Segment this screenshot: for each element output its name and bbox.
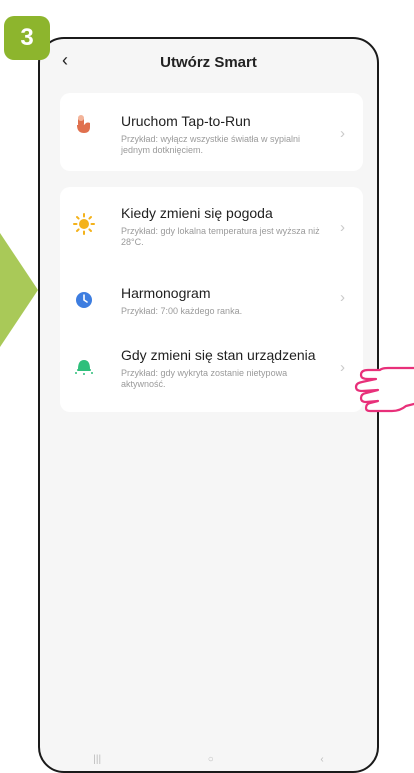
chevron-right-icon: › [340, 289, 345, 306]
pointing-hand-icon [354, 366, 414, 413]
row-subtitle: Przykład: 7:00 każdego ranka. [121, 306, 243, 316]
row-text: Uruchom Tap-to-Run Przykład: wyłącz wszy… [121, 113, 326, 156]
recent-apps-icon[interactable]: ||| [93, 754, 101, 765]
phone-frame: ‹ Utwórz Smart Uruchom Tap-to-Run Przykł… [38, 37, 379, 773]
clock-icon [76, 292, 92, 308]
back-nav-icon[interactable]: ‹ [320, 754, 323, 765]
header: ‹ Utwórz Smart [40, 39, 377, 85]
page-title: Utwórz Smart [160, 53, 257, 71]
device-icon [75, 360, 93, 375]
home-navigation-bar: ||| ○ ‹ [40, 753, 377, 765]
row-subtitle: Przykład: gdy lokalna temperatura jest w… [121, 226, 320, 247]
back-icon[interactable]: ‹ [62, 51, 68, 69]
sun-icon [73, 213, 95, 235]
step-badge: 3 [4, 16, 50, 60]
row-title: Gdy zmieni się stan urządzenia [121, 347, 316, 363]
row-subtitle: Przykład: wyłącz wszystkie światła w syp… [121, 134, 301, 155]
chevron-right-icon: › [340, 219, 345, 236]
home-icon[interactable]: ○ [208, 754, 214, 765]
conditions-card: Kiedy zmieni się pogoda Przykład: gdy lo… [60, 187, 363, 412]
chevron-right-icon: › [340, 359, 345, 376]
tap-hand-icon [77, 115, 90, 133]
tap-to-run-card: Uruchom Tap-to-Run Przykład: wyłącz wszy… [60, 93, 363, 171]
chevron-right-icon: › [340, 125, 345, 142]
row-text: Gdy zmieni się stan urządzenia Przykład:… [121, 347, 326, 390]
row-text: Kiedy zmieni się pogoda Przykład: gdy lo… [121, 205, 326, 248]
row-title: Uruchom Tap-to-Run [121, 113, 251, 129]
row-title: Harmonogram [121, 285, 211, 301]
left-arrow-marker [0, 233, 38, 347]
row-title: Kiedy zmieni się pogoda [121, 205, 273, 221]
row-subtitle: Przykład: gdy wykryta zostanie nietypowa… [121, 368, 288, 389]
row-text: Harmonogram Przykład: 7:00 każdego ranka… [121, 285, 326, 317]
